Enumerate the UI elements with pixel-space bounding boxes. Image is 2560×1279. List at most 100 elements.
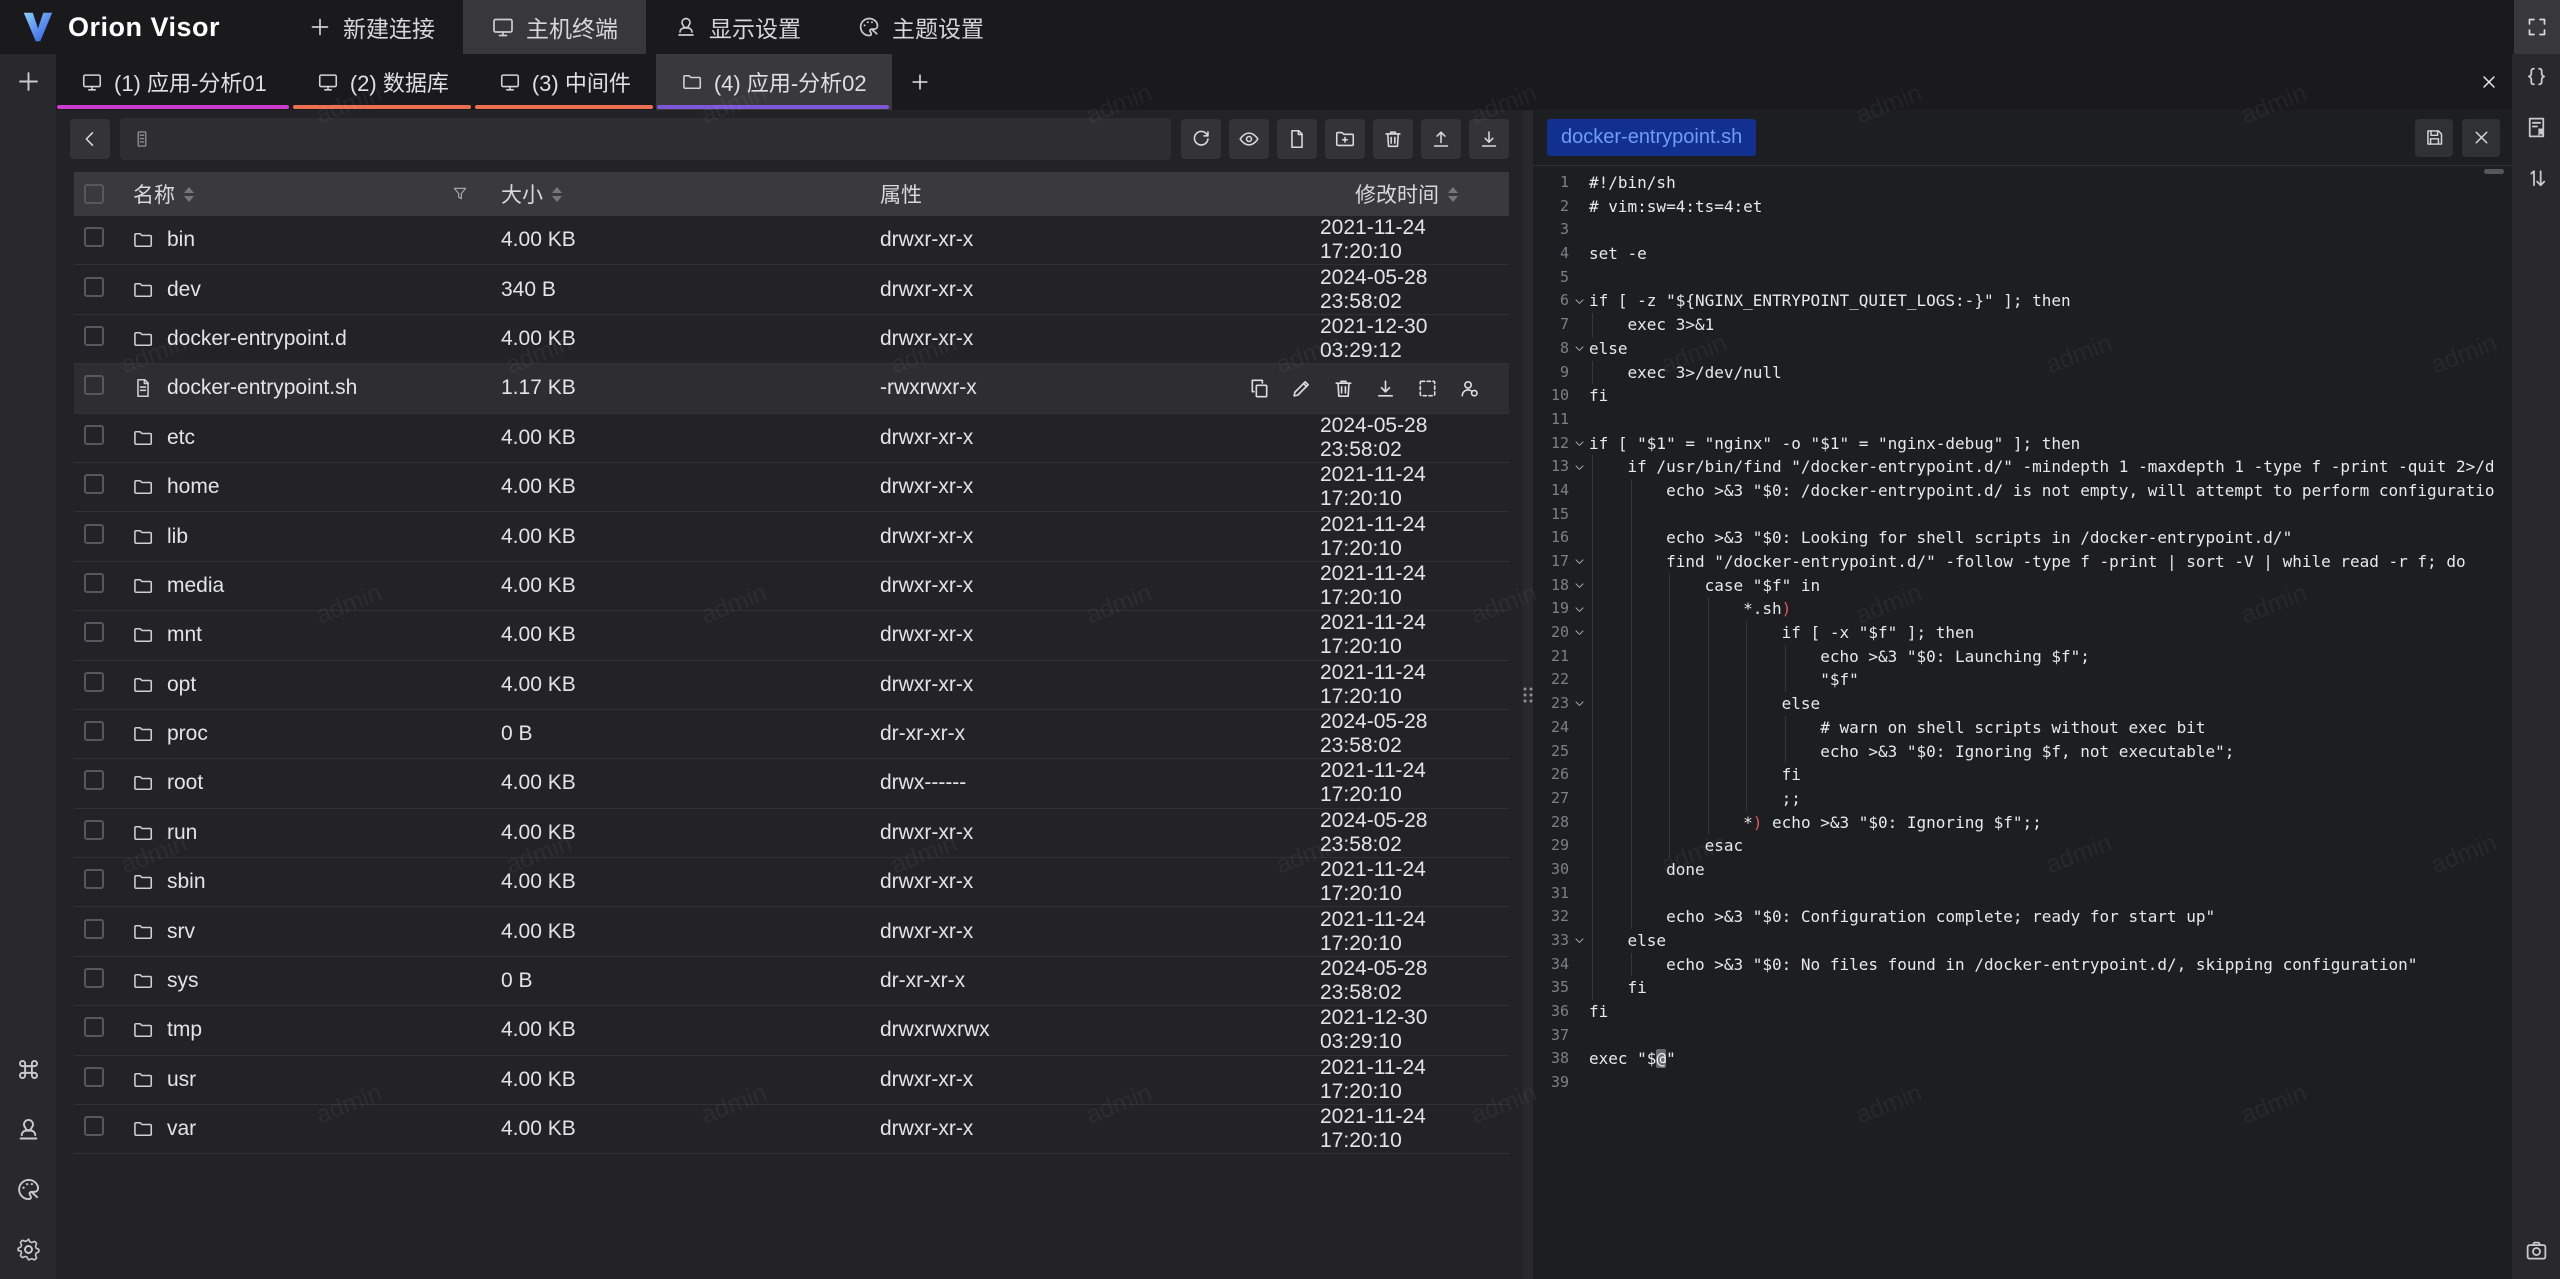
sort-carets[interactable] bbox=[552, 187, 562, 202]
path-input[interactable] bbox=[160, 128, 1159, 151]
row-checkbox[interactable] bbox=[84, 425, 104, 445]
row-checkbox[interactable] bbox=[84, 968, 104, 988]
table-row[interactable]: dev340 Bdrwxr-xr-x2024-05-28 23:58:02 bbox=[74, 265, 1509, 314]
close-all-tabs-button[interactable] bbox=[2466, 54, 2512, 110]
file-name[interactable]: lib bbox=[167, 525, 188, 549]
tab-4[interactable]: (4) 应用-分析02 bbox=[656, 54, 892, 110]
line-number[interactable]: 12 bbox=[1533, 432, 1569, 456]
new-session-button[interactable] bbox=[15, 68, 42, 95]
file-name[interactable]: mnt bbox=[167, 623, 202, 647]
fold-chevron-icon[interactable] bbox=[1569, 603, 1589, 616]
sort-carets[interactable] bbox=[184, 187, 194, 202]
line-number[interactable]: 26 bbox=[1533, 763, 1569, 787]
close-editor-button[interactable] bbox=[2462, 119, 2500, 157]
fold-chevron-icon[interactable] bbox=[1569, 626, 1589, 639]
table-row[interactable]: sbin4.00 KBdrwxr-xr-x2021-11-24 17:20:10 bbox=[74, 858, 1509, 907]
line-number[interactable]: 19 bbox=[1533, 597, 1569, 621]
line-number[interactable]: 39 bbox=[1533, 1071, 1569, 1095]
table-row[interactable]: tmp4.00 KBdrwxrwxrwx2021-12-30 03:29:10 bbox=[74, 1006, 1509, 1055]
line-number[interactable]: 1 bbox=[1533, 171, 1569, 195]
delete-button[interactable] bbox=[1373, 119, 1413, 159]
line-number[interactable]: 6 bbox=[1533, 289, 1569, 313]
fold-chevron-icon[interactable] bbox=[1569, 934, 1589, 947]
table-row[interactable]: proc0 Bdr-xr-xr-x2024-05-28 23:58:02 bbox=[74, 710, 1509, 759]
delete-button[interactable] bbox=[1332, 377, 1355, 400]
display-settings-button[interactable] bbox=[15, 1116, 42, 1143]
table-row[interactable]: home4.00 KBdrwxr-xr-x2021-11-24 17:20:10 bbox=[74, 463, 1509, 512]
new-folder-button[interactable] bbox=[1325, 119, 1365, 159]
table-row[interactable]: usr4.00 KBdrwxr-xr-x2021-11-24 17:20:10 bbox=[74, 1056, 1509, 1105]
copy-button[interactable] bbox=[1248, 377, 1271, 400]
table-row[interactable]: docker-entrypoint.d4.00 KBdrwxr-xr-x2021… bbox=[74, 315, 1509, 364]
line-number[interactable]: 14 bbox=[1533, 479, 1569, 503]
code-editor[interactable]: 1#!/bin/sh2# vim:sw=4:ts=4:et34set -e56i… bbox=[1533, 166, 2512, 1279]
table-row[interactable]: run4.00 KBdrwxr-xr-x2024-05-28 23:58:02 bbox=[74, 809, 1509, 858]
theme-settings-button[interactable] bbox=[15, 1176, 42, 1203]
table-row[interactable]: etc4.00 KBdrwxr-xr-x2024-05-28 23:58:02 bbox=[74, 414, 1509, 463]
menu-item-new-connection[interactable]: 新建连接 bbox=[280, 0, 463, 54]
fold-chevron-icon[interactable] bbox=[1569, 342, 1589, 355]
fold-chevron-icon[interactable] bbox=[1569, 461, 1589, 474]
table-row[interactable]: docker-entrypoint.sh1.17 KB-rwxrwxr-x bbox=[74, 364, 1509, 413]
line-number[interactable]: 2 bbox=[1533, 195, 1569, 219]
line-number[interactable]: 27 bbox=[1533, 787, 1569, 811]
line-number[interactable]: 11 bbox=[1533, 408, 1569, 432]
file-name[interactable]: proc bbox=[167, 722, 208, 746]
open-file-badge[interactable]: docker-entrypoint.sh bbox=[1547, 119, 1756, 156]
table-row[interactable]: bin4.00 KBdrwxr-xr-x2021-11-24 17:20:10 bbox=[74, 216, 1509, 265]
table-row[interactable]: sys0 Bdr-xr-xr-x2024-05-28 23:58:02 bbox=[74, 957, 1509, 1006]
tab-1[interactable]: (1) 应用-分析01 bbox=[56, 54, 292, 110]
line-number[interactable]: 15 bbox=[1533, 503, 1569, 527]
file-name[interactable]: var bbox=[167, 1117, 196, 1141]
file-name[interactable]: root bbox=[167, 771, 203, 795]
line-number[interactable]: 34 bbox=[1533, 953, 1569, 977]
row-checkbox[interactable] bbox=[84, 820, 104, 840]
row-checkbox[interactable] bbox=[84, 1017, 104, 1037]
line-number[interactable]: 4 bbox=[1533, 242, 1569, 266]
line-number[interactable]: 7 bbox=[1533, 313, 1569, 337]
screenshot-button[interactable] bbox=[2524, 1238, 2549, 1263]
file-name[interactable]: docker-entrypoint.d bbox=[167, 327, 347, 351]
file-name[interactable]: docker-entrypoint.sh bbox=[167, 376, 357, 400]
table-row[interactable]: mnt4.00 KBdrwxr-xr-x2021-11-24 17:20:10 bbox=[74, 611, 1509, 660]
download-button[interactable] bbox=[1374, 377, 1397, 400]
row-checkbox[interactable] bbox=[84, 474, 104, 494]
file-bookmark-button[interactable] bbox=[2524, 115, 2549, 140]
filter-icon[interactable] bbox=[451, 185, 469, 203]
refresh-button[interactable] bbox=[1181, 119, 1221, 159]
file-name[interactable]: home bbox=[167, 475, 220, 499]
line-number[interactable]: 36 bbox=[1533, 1000, 1569, 1024]
fullscreen-button[interactable] bbox=[2514, 0, 2560, 54]
row-checkbox[interactable] bbox=[84, 524, 104, 544]
line-number[interactable]: 24 bbox=[1533, 716, 1569, 740]
line-number[interactable]: 21 bbox=[1533, 645, 1569, 669]
table-row[interactable]: var4.00 KBdrwxr-xr-x2021-11-24 17:20:10 bbox=[74, 1105, 1509, 1154]
row-checkbox[interactable] bbox=[84, 721, 104, 741]
fold-chevron-icon[interactable] bbox=[1569, 579, 1589, 592]
menu-item-theme-settings[interactable]: 主题设置 bbox=[829, 0, 1012, 54]
row-checkbox[interactable] bbox=[84, 1067, 104, 1087]
fold-chevron-icon[interactable] bbox=[1569, 555, 1589, 568]
table-row[interactable]: lib4.00 KBdrwxr-xr-x2021-11-24 17:20:10 bbox=[74, 512, 1509, 561]
file-name[interactable]: srv bbox=[167, 920, 195, 944]
scrollbar-thumb[interactable] bbox=[2484, 169, 2504, 174]
line-number[interactable]: 5 bbox=[1533, 266, 1569, 290]
permission-button[interactable] bbox=[1458, 377, 1481, 400]
line-number[interactable]: 18 bbox=[1533, 574, 1569, 598]
line-number[interactable]: 25 bbox=[1533, 740, 1569, 764]
file-name[interactable]: usr bbox=[167, 1068, 196, 1092]
file-name[interactable]: dev bbox=[167, 278, 201, 302]
row-checkbox[interactable] bbox=[84, 326, 104, 346]
line-number[interactable]: 31 bbox=[1533, 882, 1569, 906]
line-number[interactable]: 8 bbox=[1533, 337, 1569, 361]
line-number[interactable]: 32 bbox=[1533, 905, 1569, 929]
file-name[interactable]: bin bbox=[167, 228, 195, 252]
table-row[interactable]: media4.00 KBdrwxr-xr-x2021-11-24 17:20:1… bbox=[74, 562, 1509, 611]
table-row[interactable]: root4.00 KBdrwx------2021-11-24 17:20:10 bbox=[74, 759, 1509, 808]
row-checkbox[interactable] bbox=[84, 622, 104, 642]
edit-button[interactable] bbox=[1290, 377, 1313, 400]
toggle-hidden-button[interactable] bbox=[1229, 119, 1269, 159]
line-number[interactable]: 33 bbox=[1533, 929, 1569, 953]
line-number[interactable]: 20 bbox=[1533, 621, 1569, 645]
panel-splitter[interactable] bbox=[1523, 110, 1533, 1279]
